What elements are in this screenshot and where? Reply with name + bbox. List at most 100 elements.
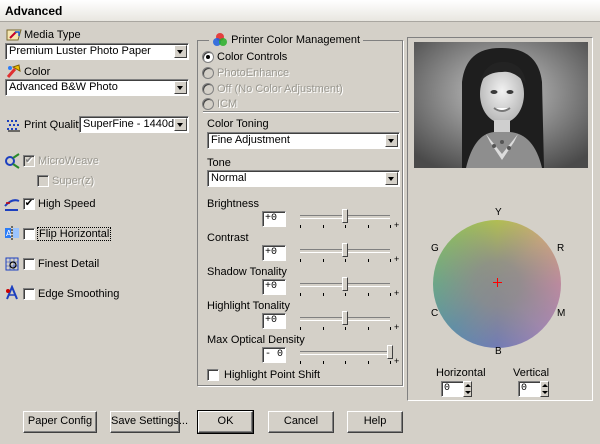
- icm-radio[interactable]: [202, 98, 214, 110]
- horizontal-label: Horizontal: [436, 367, 486, 379]
- vertical-spinner[interactable]: [540, 381, 549, 397]
- wheel-label-y: Y: [495, 207, 502, 218]
- slider-tick: [300, 225, 301, 228]
- chevron-down-icon[interactable]: [174, 81, 187, 94]
- pcm-group-title: Printer Color Management: [209, 32, 364, 48]
- slider-thumb[interactable]: [387, 345, 393, 359]
- chevron-down-icon[interactable]: [174, 118, 187, 131]
- color-label: Color: [24, 66, 51, 78]
- flip-horizontal-icon: A: [4, 225, 20, 241]
- highlight-point-shift-checkbox[interactable]: [207, 369, 219, 381]
- slider-label: Shadow Tonality: [207, 266, 287, 278]
- microweave-label: MicroWeave: [38, 155, 99, 167]
- svg-text:A: A: [6, 229, 12, 238]
- slider-tick: [322, 361, 324, 364]
- color-toning-dropdown[interactable]: Fine Adjustment: [207, 132, 400, 149]
- media-type-icon: [6, 27, 22, 43]
- slider-plus-mark: +: [394, 322, 400, 332]
- edge-smoothing-icon: [4, 284, 20, 301]
- slider-thumb[interactable]: [342, 243, 348, 257]
- wheel-label-m: M: [557, 308, 566, 319]
- chevron-down-icon[interactable]: [385, 134, 398, 147]
- microweave-checkbox[interactable]: ✔: [23, 155, 35, 167]
- slider-tick: [367, 361, 369, 364]
- slider-label: Highlight Tonality: [207, 300, 290, 312]
- chevron-down-icon[interactable]: [385, 172, 398, 185]
- cancel-button[interactable]: Cancel: [268, 411, 334, 433]
- slider-tick: [390, 259, 391, 262]
- slider-plus-mark: +: [394, 254, 400, 264]
- slider-value-input[interactable]: - 0: [262, 347, 286, 363]
- slider-tick: [345, 259, 346, 262]
- slider-tick: [345, 361, 346, 364]
- photoenhance-label: PhotoEnhance: [217, 67, 290, 79]
- no-color-adjustment-label: Off (No Color Adjustment): [217, 83, 343, 95]
- slider-value-input[interactable]: +0: [262, 279, 286, 295]
- slider-label: Brightness: [207, 198, 259, 210]
- paper-config-button[interactable]: Paper Config: [23, 411, 97, 433]
- slider-tick: [322, 293, 324, 296]
- horizontal-spinner[interactable]: [463, 381, 472, 397]
- slider-tick: [390, 293, 391, 296]
- slider-value-input[interactable]: +0: [262, 245, 286, 261]
- slider-tick: [367, 259, 369, 262]
- slider-thumb[interactable]: [342, 311, 348, 325]
- help-button[interactable]: Help: [347, 411, 403, 433]
- slider-tick: [322, 327, 324, 330]
- color-dropdown[interactable]: Advanced B&W Photo: [5, 79, 189, 96]
- high-speed-checkbox[interactable]: ✔: [23, 198, 35, 210]
- finest-detail-icon: [4, 256, 20, 272]
- tone-dropdown[interactable]: Normal: [207, 170, 400, 187]
- microweave-icon: [4, 153, 20, 169]
- ok-button[interactable]: OK: [197, 410, 254, 434]
- color-wheel[interactable]: [433, 220, 561, 348]
- print-quality-icon: [6, 117, 22, 133]
- slider-value-input[interactable]: +0: [262, 211, 286, 227]
- media-type-label: Media Type: [24, 29, 81, 41]
- chevron-down-icon[interactable]: [174, 45, 187, 58]
- slider-tick: [300, 293, 301, 296]
- flip-horizontal-checkbox[interactable]: [23, 228, 35, 240]
- flip-horizontal-label: Flip Horizontal: [36, 227, 112, 241]
- finest-detail-checkbox[interactable]: [23, 258, 35, 270]
- slider-tick: [322, 259, 324, 262]
- vertical-input[interactable]: 0: [518, 381, 542, 397]
- photoenhance-radio[interactable]: [202, 67, 214, 79]
- slider-plus-mark: +: [394, 356, 400, 366]
- tone-label: Tone: [207, 157, 231, 169]
- edge-smoothing-label: Edge Smoothing: [38, 288, 120, 300]
- slider-track[interactable]: [300, 351, 390, 355]
- print-quality-label: Print Quality: [24, 119, 84, 131]
- preview-image: [414, 42, 588, 168]
- slider-tick: [390, 361, 391, 364]
- slider-tick: [367, 327, 369, 330]
- super-label: Super(z): [52, 175, 95, 187]
- print-quality-dropdown[interactable]: SuperFine - 1440dpi: [79, 116, 189, 133]
- color-toning-label: Color Toning: [207, 118, 269, 130]
- edge-smoothing-checkbox[interactable]: [23, 288, 35, 300]
- slider-plus-mark: +: [394, 288, 400, 298]
- slider-thumb[interactable]: [342, 277, 348, 291]
- slider-tick: [345, 327, 346, 330]
- slider-value-input[interactable]: +0: [262, 313, 286, 329]
- slider-tick: [322, 225, 324, 228]
- slider-tick: [300, 361, 301, 364]
- super-checkbox[interactable]: [37, 175, 49, 187]
- color-wheel-marker[interactable]: [493, 278, 502, 287]
- slider-label: Contrast: [207, 232, 249, 244]
- media-type-dropdown[interactable]: Premium Luster Photo Paper: [5, 43, 189, 60]
- color-controls-label: Color Controls: [217, 51, 288, 63]
- finest-detail-label: Finest Detail: [38, 258, 100, 270]
- save-settings-button[interactable]: Save Settings...: [110, 411, 188, 433]
- high-speed-icon: [4, 196, 20, 212]
- color-controls-radio[interactable]: [202, 51, 214, 63]
- pcm-divider: [203, 111, 399, 113]
- no-color-adjustment-radio[interactable]: [202, 83, 214, 95]
- slider-label: Max Optical Density: [207, 334, 305, 346]
- horizontal-input[interactable]: 0: [441, 381, 465, 397]
- window-title: Advanced: [0, 0, 600, 22]
- highlight-point-shift-label: Highlight Point Shift: [224, 369, 320, 381]
- color-icon: [6, 63, 22, 79]
- slider-thumb[interactable]: [342, 209, 348, 223]
- vertical-label: Vertical: [513, 367, 550, 379]
